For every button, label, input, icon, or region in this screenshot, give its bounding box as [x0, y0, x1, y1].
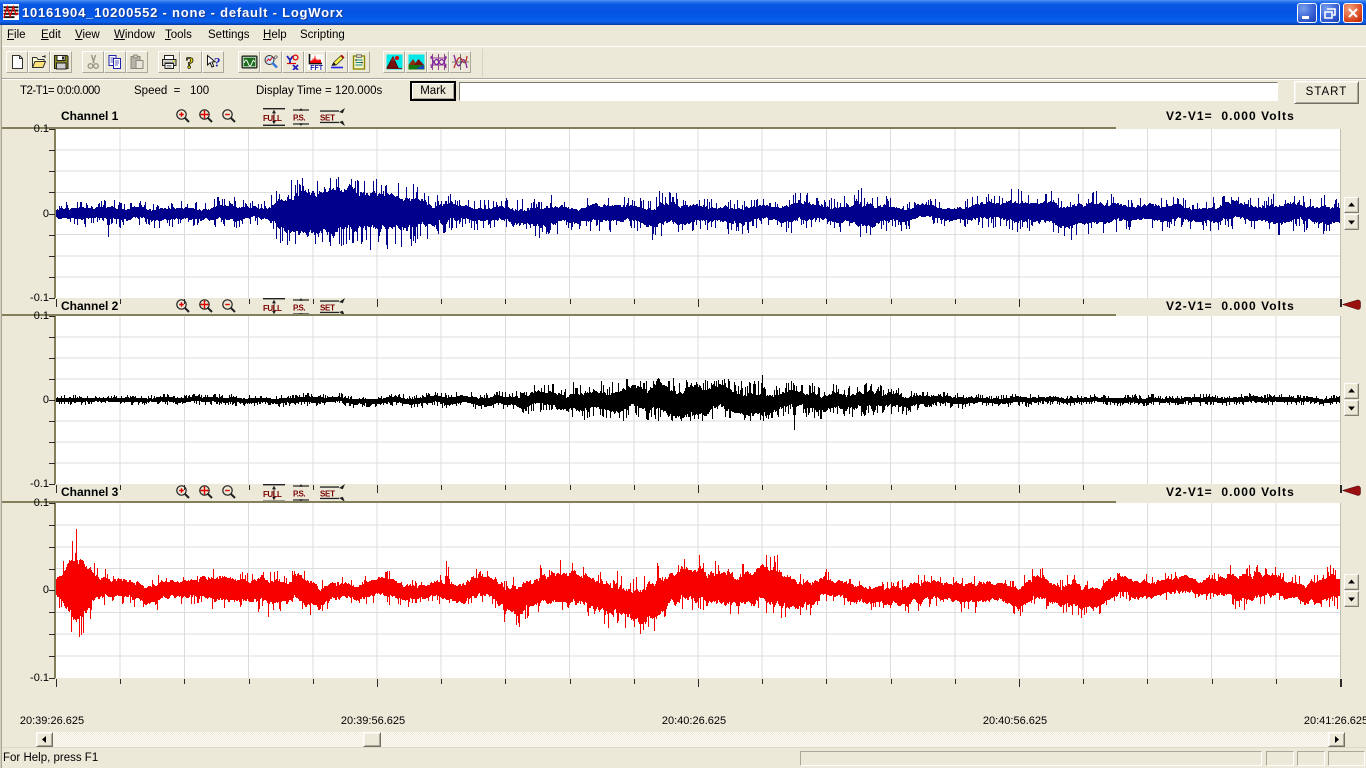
- svg-text:P.S.: P.S.: [293, 490, 305, 499]
- svg-text:SET: SET: [320, 490, 335, 499]
- svg-text:FULL: FULL: [263, 490, 282, 499]
- svg-text:?: ?: [214, 55, 221, 70]
- svg-text:?: ?: [186, 54, 195, 70]
- svg-text:P.S.: P.S.: [293, 114, 305, 123]
- svg-text:P.S.: P.S.: [293, 304, 305, 313]
- svg-text:SET: SET: [320, 114, 335, 123]
- svg-text:FULL: FULL: [263, 114, 282, 123]
- svg-text:SET: SET: [320, 304, 335, 313]
- svg-text:FFT: FFT: [310, 65, 324, 70]
- svg-text:FULL: FULL: [263, 304, 282, 313]
